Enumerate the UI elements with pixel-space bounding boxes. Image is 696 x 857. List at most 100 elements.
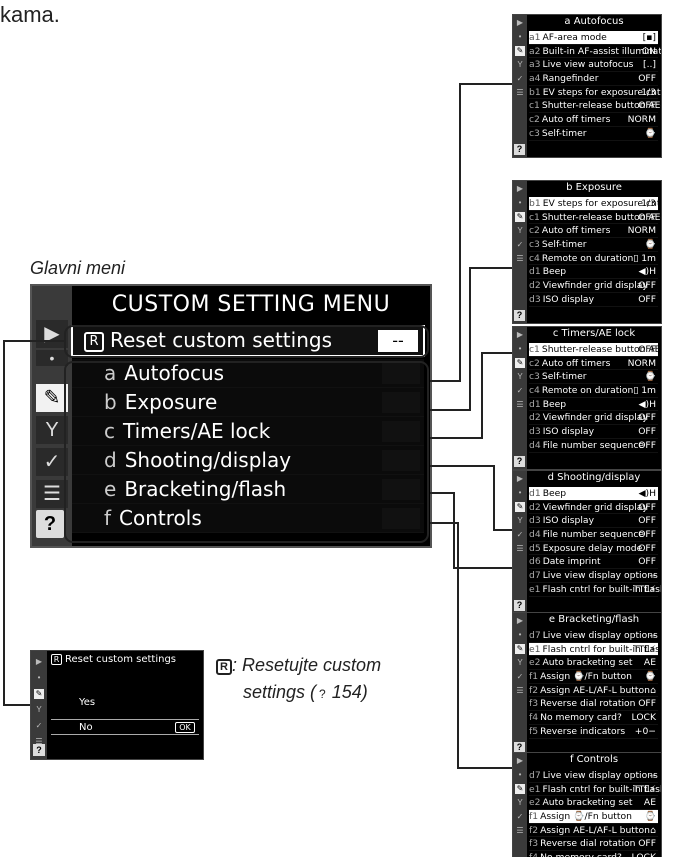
setting-value: 1/3 — [641, 86, 656, 98]
setting-row[interactable]: d7 Live view display options -- — [529, 769, 658, 783]
setting-row[interactable]: d4 File number sequence OFF — [529, 439, 658, 453]
setting-row[interactable]: f2 Assign AE-L/AF-L button ⌂ — [529, 824, 658, 838]
setting-row[interactable]: d3 ISO display OFF — [529, 514, 658, 529]
setting-code: f2 — [529, 684, 539, 696]
help-icon[interactable]: ? — [36, 510, 64, 538]
setting-label: Remote on duration — [541, 385, 634, 397]
setting-row[interactable]: d3 ISO display OFF — [529, 293, 658, 307]
setting-row[interactable]: c2 Auto off timers NORM — [529, 113, 658, 127]
setting-value: ⌂ — [650, 824, 656, 836]
setting-value: ON — [641, 45, 656, 57]
setting-row[interactable]: e2 Auto bracketing set AE — [529, 796, 658, 811]
setting-row[interactable]: c3 Self-timer ⌚ — [529, 370, 658, 385]
setting-row[interactable]: f2 Assign AE-L/AF-L button ⌂ — [529, 684, 658, 698]
help-icon[interactable]: ? — [33, 744, 45, 756]
help-icon[interactable]: ? — [514, 310, 525, 321]
setting-row[interactable]: c4 Remote on duration ▯ 1m — [529, 384, 658, 398]
help-icon[interactable]: ? — [514, 456, 525, 467]
setting-row[interactable]: f5 Reverse indicators +0− — [529, 725, 658, 739]
setting-label: Live view display options — [542, 770, 658, 781]
setting-code: d3 — [529, 515, 541, 527]
setting-row[interactable]: e2 Auto bracketing set AE — [529, 656, 658, 671]
setting-label: Live view autofocus — [542, 59, 634, 71]
setting-value: -- — [649, 630, 656, 641]
setting-row[interactable]: d6 Date imprint OFF — [529, 555, 658, 570]
setting-value: NORM — [627, 225, 656, 237]
setting-label: Exposure delay mode — [542, 542, 643, 554]
submenu-screen-controls: ▶•✎Y✓☰? f Controls d7Live view display opt… — [512, 752, 662, 857]
setting-row[interactable]: f3 Reverse dial rotation OFF — [529, 837, 658, 852]
setting-row[interactable]: e1 Flash cntrl for built-in flash TTL⚡ — [529, 783, 661, 797]
setting-code: d1 — [529, 488, 541, 499]
setting-row[interactable]: c4 Remote on duration ▯ 1m — [529, 252, 658, 266]
setting-row[interactable]: d7 Live view display options -- — [529, 569, 658, 583]
reset-confirm-screen: ▶ • ✎ Y ✓ ☰ ? R Reset custom settings Yes… — [30, 650, 204, 760]
setting-row[interactable]: c3 Self-timer ⌚ — [529, 238, 658, 252]
setting-code: a3 — [529, 59, 541, 71]
setting-row[interactable]: d5 Exposure delay mode OFF — [529, 542, 658, 556]
help-icon[interactable]: ? — [514, 144, 525, 155]
setting-label: No memory card? — [540, 852, 622, 857]
setting-row[interactable]: f1 Assign ⌚/Fn button ⌚ — [529, 670, 658, 684]
setting-code: c2 — [529, 357, 540, 369]
setting-row[interactable]: c1 Shutter-release button AE-L OFF — [529, 343, 661, 357]
setting-row[interactable]: d1 Beep ◀)H — [529, 487, 658, 501]
setting-row[interactable]: f4No memory card? LOCK — [529, 711, 658, 725]
setting-row[interactable]: d2 Viewfinder grid display OFF — [529, 279, 658, 293]
submenu-screen-shooting-display: ▶ • ✎ Y ✓ ☰? d Shooting/display d1 Beep ◀)H d2 View… — [512, 470, 662, 614]
setting-row[interactable]: f3 Reverse dial rotation OFF — [529, 697, 658, 712]
setting-row[interactable]: a3 Live view autofocus [..] — [529, 58, 658, 73]
setting-code: f1 — [529, 811, 539, 823]
setting-row[interactable]: f4No memory card? LOCK — [529, 851, 658, 857]
setting-label: Rangefinder — [542, 73, 599, 85]
shooting-tab-icon[interactable]: • — [36, 350, 68, 366]
setting-code: e1 — [529, 583, 541, 595]
setting-code: a1 — [529, 32, 541, 43]
setting-row[interactable]: c2 Auto off timers NORM — [529, 357, 658, 371]
setting-row[interactable]: d4 File number sequence OFF — [529, 528, 658, 542]
setting-row[interactable]: d1 Beep ◀)H — [529, 398, 658, 412]
setting-code: f4 — [529, 712, 539, 724]
setting-label: Auto off timers — [541, 225, 611, 237]
submenu-title: d Shooting/display — [547, 472, 641, 483]
setting-row[interactable]: e1 Flash cntrl for built-in flash TTL⚡ — [529, 642, 661, 657]
setting-row[interactable]: d2 Viewfinder grid display OFF — [529, 411, 658, 426]
setting-row[interactable]: d7 Live view display options -- — [529, 629, 658, 643]
setting-row[interactable]: c2 Auto off timers NORM — [529, 224, 658, 239]
setting-value: OFF — [638, 211, 656, 223]
setting-label: Assign ⌚/Fn button — [540, 811, 632, 823]
reset-caption: R: Resetujte custom settings (? 154) — [216, 652, 381, 708]
setting-row[interactable]: b1 EV steps for exposure cntrl. 1/3 — [529, 86, 661, 100]
setting-label: Beep — [542, 488, 567, 499]
setting-code: c2 — [529, 114, 540, 126]
setting-row[interactable]: a2 Built-in AF-assist illuminator ON — [529, 45, 661, 59]
setting-code: d3 — [529, 293, 541, 305]
setting-row[interactable]: e1 Flash cntrl for built-in flash TTL⚡ — [529, 583, 661, 597]
setting-row[interactable]: b1 EV steps for exposure cntrl. 1/3 — [529, 197, 661, 211]
setting-row[interactable]: c3 Self-timer ⌚ — [529, 127, 658, 141]
setting-row[interactable]: d1 Beep ◀)H — [529, 265, 658, 280]
setting-code: c1 — [529, 100, 540, 112]
setting-row[interactable]: a4 Rangefinder OFF — [529, 72, 658, 86]
setting-code: d2 — [529, 501, 541, 513]
setting-label: Viewfinder grid display — [542, 501, 648, 513]
setting-row[interactable]: f1 Assign ⌚/Fn button ⌚ — [529, 810, 658, 824]
setting-value: OFF — [638, 73, 656, 85]
setting-row[interactable]: c1 Shutter-release button AE-L OFF — [529, 99, 661, 114]
setting-value: ⌚ — [644, 239, 656, 251]
setting-label: Reverse dial rotation — [540, 698, 636, 710]
setting-value: +0− — [634, 725, 656, 737]
option-no[interactable]: No OK — [51, 719, 199, 735]
setting-row[interactable]: c1 Shutter-release button AE-L OFF — [529, 211, 661, 225]
setting-row[interactable]: d2 Viewfinder grid display OFF — [529, 501, 658, 515]
setting-label: Live view display options — [542, 630, 658, 641]
connector-exposure — [430, 267, 512, 411]
help-icon[interactable]: ? — [514, 600, 525, 611]
setting-code: c3 — [529, 371, 540, 383]
setting-row[interactable]: d3 ISO display OFF — [529, 425, 658, 439]
setting-label: Assign AE-L/AF-L button — [540, 824, 650, 836]
setting-row[interactable]: a1 AF-area mode [▪] — [529, 31, 658, 45]
setting-label: Viewfinder grid display — [542, 412, 648, 424]
option-yes[interactable]: Yes — [51, 695, 199, 711]
setting-value: OFF — [638, 426, 656, 438]
